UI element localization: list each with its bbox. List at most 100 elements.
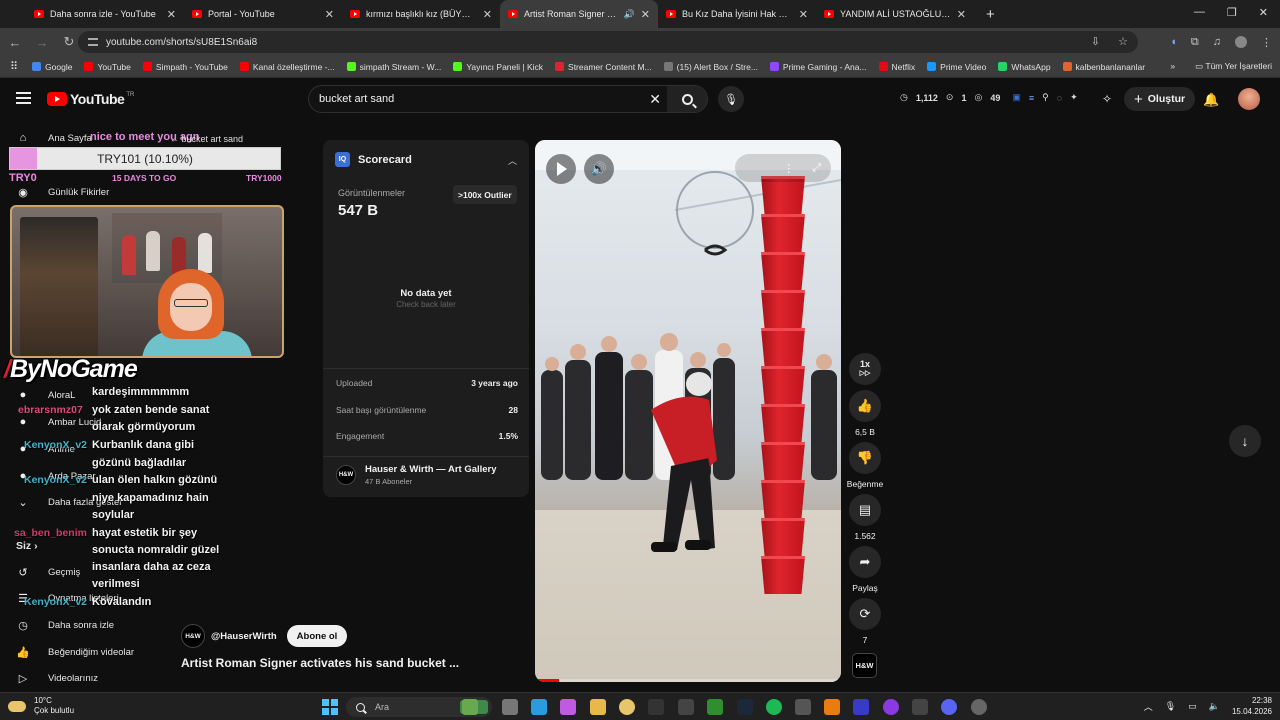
epic-games-icon[interactable] [648, 699, 664, 715]
more-options-icon[interactable]: ⋮ [783, 162, 794, 175]
all-bookmarks-button[interactable]: ▭ Tüm Yer İşaretleri [1195, 61, 1272, 72]
amazon-icon[interactable] [678, 699, 694, 715]
apps-grid-icon[interactable]: ⠿ [10, 60, 18, 73]
sidebar-item[interactable]: ◉ Günlük Fikirler [16, 186, 109, 199]
bookmark-item[interactable]: Prime Video [927, 62, 986, 72]
discord-icon[interactable] [941, 699, 957, 715]
bookmark-item[interactable]: simpath Stream - W... [346, 62, 441, 72]
tab-close-icon[interactable]: ✕ [641, 8, 650, 21]
steam-icon[interactable] [737, 699, 753, 715]
bookmark-item[interactable]: (15) Alert Box / Stre... [663, 62, 758, 72]
comments-action[interactable]: ▤ 1.562 [848, 494, 882, 541]
xbox-icon[interactable] [707, 699, 723, 715]
tray-overflow-icon[interactable]: ︿ [1144, 700, 1153, 713]
obs-icon[interactable] [912, 699, 928, 715]
dislike-action[interactable]: 👎 Beğenme [847, 442, 883, 489]
create-button[interactable]: + Oluştur [1124, 87, 1196, 111]
channel-handle[interactable]: @HauserWirth [211, 631, 277, 642]
menu-icon[interactable] [16, 92, 31, 104]
extensions-puzzle-icon[interactable]: ⧉ [1191, 36, 1199, 49]
minimize-icon[interactable]: — [1194, 6, 1205, 19]
browser-tab[interactable]: Artist Roman Signer activat 🔊 ✕ [500, 0, 658, 28]
channel-thumbnail[interactable]: H&W [852, 653, 877, 678]
close-window-icon[interactable]: ✕ [1259, 6, 1268, 19]
like-action[interactable]: 👍 6,5 B [848, 390, 882, 437]
extension-icon[interactable]: ◖ [1170, 36, 1177, 48]
list-icon[interactable]: ≡ [1029, 93, 1034, 103]
like-button[interactable]: 👍 [849, 390, 881, 422]
bookmark-item[interactable]: kalbenbanlananlar [1062, 62, 1145, 72]
bookmark-item[interactable]: Simpath - YouTube [142, 62, 228, 72]
chat-icon[interactable]: ◌ [1057, 93, 1062, 103]
vidiq-icon[interactable]: ▣ [1012, 92, 1021, 103]
sidebar-item[interactable]: ● Ambar Lucid [16, 416, 102, 428]
dislike-button[interactable]: 👎 [849, 442, 881, 474]
obs-studio-icon[interactable] [971, 699, 987, 715]
tab-audio-icon[interactable]: 🔊 [624, 9, 635, 20]
clear-search-icon[interactable]: ✕ [649, 91, 661, 108]
bookmark-item[interactable]: Google [32, 62, 72, 72]
profile-icon[interactable] [1235, 36, 1247, 48]
browser-tab[interactable]: YANDIM ALİ USTAOĞLU - GELS ✕ [816, 0, 974, 28]
install-app-icon[interactable]: ⇩ [1091, 35, 1100, 48]
blender-icon[interactable] [824, 699, 840, 715]
chrome-icon[interactable] [619, 699, 635, 715]
media-control-icon[interactable]: ♫ [1213, 36, 1221, 48]
browser-tab[interactable]: Bu Kız Daha İyisini Hak Ediyordu ✕ [658, 0, 816, 28]
bookmark-item[interactable]: WhatsApp [998, 62, 1051, 72]
browser-tab[interactable]: Portal - YouTube ✕ [184, 0, 342, 28]
restore-icon[interactable]: ❐ [1227, 6, 1237, 19]
url-input[interactable]: youtube.com/shorts/sU8E1Sn6ai8 ⇩ ☆ [78, 31, 1138, 53]
bookmark-item[interactable]: Kanal özelleştirme -... [239, 62, 335, 72]
volume-icon[interactable]: 🔊 [584, 154, 614, 184]
edge-icon[interactable] [531, 699, 547, 715]
microphone-icon[interactable]: 🎙 [1165, 701, 1176, 712]
sidebar-item[interactable]: ⌂ Ana Sayfa [16, 132, 92, 144]
app-icon[interactable] [795, 699, 811, 715]
share-action[interactable]: ➦ Paylaş [848, 546, 882, 593]
video-title[interactable]: Artist Roman Signer activates his sand b… [181, 656, 459, 670]
new-tab-button[interactable]: + [986, 6, 995, 23]
bookmark-item[interactable]: Netflix [878, 62, 915, 72]
next-video-button[interactable]: ↓ [1229, 425, 1261, 457]
scorecard-channel[interactable]: H&W Hauser & Wirth — Art Gallery 47 B Ab… [336, 464, 497, 486]
share-button[interactable]: ➦ [849, 546, 881, 578]
browser-tab[interactable]: Daha sonra izle - YouTube ✕ [26, 0, 184, 28]
notifications-bell-icon[interactable]: 🔔 [1203, 92, 1219, 108]
search-input[interactable]: bucket art sand ✕ [308, 85, 708, 113]
app-icon[interactable] [853, 699, 869, 715]
speaker-icon[interactable]: 🔈 [1209, 701, 1220, 712]
bookmark-item[interactable]: Prime Gaming - Ana... [769, 62, 867, 72]
tab-close-icon[interactable]: ✕ [325, 8, 334, 21]
weather-widget[interactable]: 10°C Çok bulutlu [8, 696, 74, 716]
sidebar-item[interactable]: ↺ Geçmiş [16, 566, 80, 579]
landscape-icon[interactable] [462, 699, 478, 715]
remix-button[interactable]: ⟳ [849, 598, 881, 630]
fullscreen-icon[interactable]: ⤢ [812, 162, 821, 175]
search-button[interactable] [667, 86, 707, 112]
sidebar-item[interactable]: ▷ Videolarınız [16, 672, 98, 685]
playback-speed-button[interactable]: 1x ▷▷ [848, 353, 882, 385]
voice-search-button[interactable]: 🎙 [718, 86, 744, 112]
spotify-icon[interactable] [766, 699, 782, 715]
copilot-icon[interactable] [560, 699, 576, 715]
menu-dots-icon[interactable]: ⋮ [1261, 36, 1272, 49]
bookmarks-more-button[interactable]: » [1170, 61, 1175, 72]
file-explorer-icon[interactable] [502, 699, 518, 715]
remix-action[interactable]: ⟳ 7 [848, 598, 882, 645]
bookmark-star-icon[interactable]: ☆ [1118, 35, 1128, 48]
bulb-icon[interactable]: ⚲ [1042, 92, 1049, 103]
forward-icon[interactable]: → [30, 35, 54, 50]
folder-icon[interactable] [590, 699, 606, 715]
play-button[interactable] [546, 154, 576, 184]
browser-tab[interactable]: kırmızı başlıklı kız (BÜYÜKANNE ✕ [342, 0, 500, 28]
tab-close-icon[interactable]: ✕ [957, 8, 966, 21]
sparkle-icon[interactable]: ✦ [1070, 92, 1078, 103]
bookmark-item[interactable]: YouTube [84, 62, 131, 72]
site-info-icon[interactable] [88, 38, 98, 46]
tab-close-icon[interactable]: ✕ [483, 8, 492, 21]
shorts-video-player[interactable]: 🔊 ⋮ ⤢ [535, 140, 841, 682]
bookmark-item[interactable]: Yayıncı Paneli | Kick [453, 62, 543, 72]
tab-close-icon[interactable]: ✕ [799, 8, 808, 21]
collapse-chevron-icon[interactable]: ︿ [508, 154, 517, 167]
